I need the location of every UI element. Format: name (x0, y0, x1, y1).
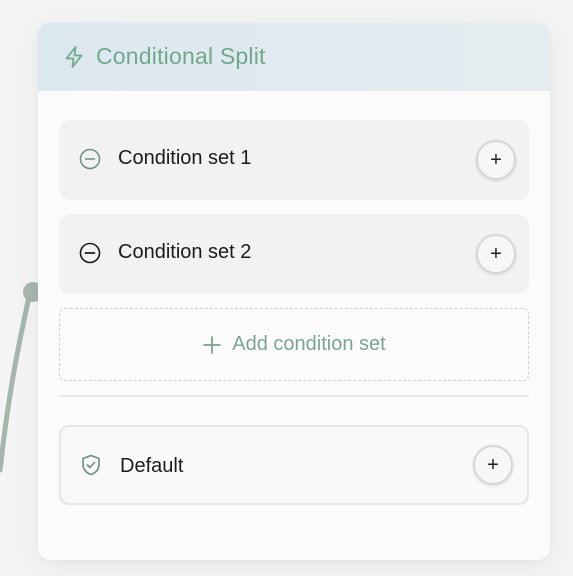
conditional-split-node[interactable]: Conditional Split Condition set 1 + Cond… (38, 23, 550, 560)
add-condition-set-button[interactable]: Add condition set (59, 308, 529, 381)
condition-set-row[interactable]: Condition set 2 + (59, 214, 529, 294)
node-title: Conditional Split (96, 43, 266, 69)
minus-circle-icon[interactable] (79, 242, 101, 264)
divider (59, 395, 529, 397)
add-condition-set-label: Add condition set (232, 333, 386, 355)
default-branch-label: Default (120, 455, 184, 477)
add-condition-button[interactable]: + (476, 140, 516, 180)
shield-check-icon (79, 453, 103, 477)
condition-set-row[interactable]: Condition set 1 + (59, 120, 529, 200)
minus-circle-icon[interactable] (79, 148, 101, 170)
lightning-bolt-icon (62, 45, 86, 69)
node-header[interactable]: Conditional Split (38, 23, 550, 91)
condition-set-label: Condition set 2 (118, 241, 252, 263)
default-branch-row[interactable]: Default + (59, 425, 529, 505)
add-default-button[interactable]: + (473, 445, 513, 485)
add-condition-button[interactable]: + (476, 234, 516, 274)
plus-icon (202, 335, 222, 355)
condition-set-label: Condition set 1 (118, 147, 252, 169)
